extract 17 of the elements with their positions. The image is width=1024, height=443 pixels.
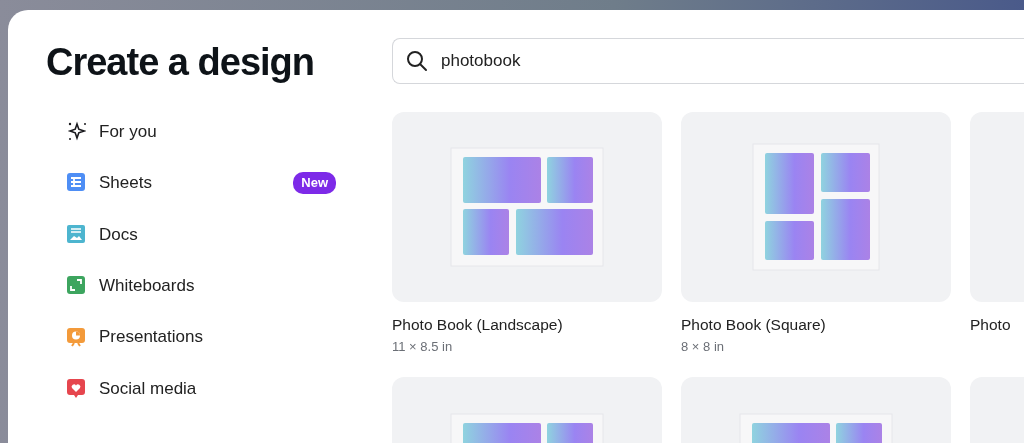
template-title: Photo Book (Square) [681, 315, 827, 335]
sidebar-item[interactable]: Social media [46, 362, 336, 415]
template-title: Photo [970, 315, 1012, 335]
template-card[interactable] [681, 112, 951, 302]
sidebar-item[interactable]: Presentations [46, 311, 336, 363]
sidebar-item[interactable]: Docs [46, 208, 336, 260]
template-size: 11 × 8.5 in [392, 338, 454, 355]
search-icon [405, 49, 429, 73]
template-size: 8 × 8 in [681, 338, 725, 355]
template-card[interactable] [392, 112, 662, 302]
template-title: Photo Book (Landscape) [392, 315, 564, 335]
search-field[interactable]: photobook [392, 38, 1024, 84]
sidebar-item[interactable]: For you [46, 105, 336, 158]
dialog-title: Create a design [46, 42, 315, 84]
new-badge: New [293, 172, 336, 194]
sidebar-item[interactable]: Sheets New [46, 157, 336, 209]
sidebar-item[interactable]: Whiteboards [46, 259, 336, 312]
